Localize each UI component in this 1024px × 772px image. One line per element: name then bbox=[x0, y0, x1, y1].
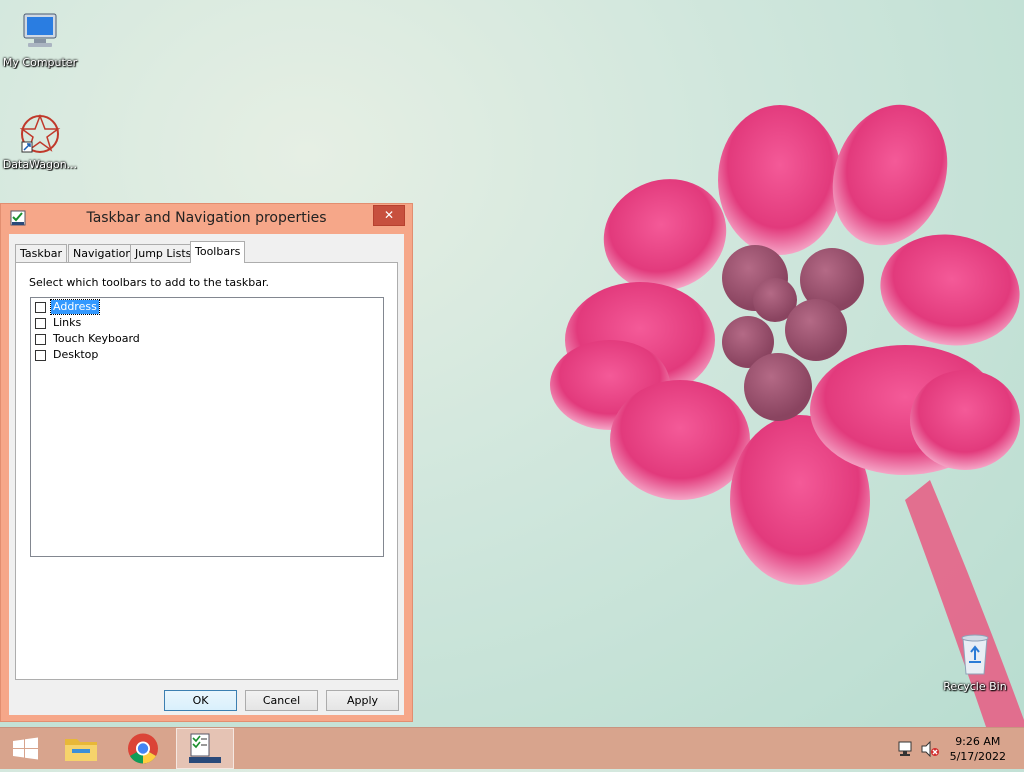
list-item-touch-keyboard[interactable]: Touch Keyboard bbox=[35, 331, 142, 347]
close-icon: ✕ bbox=[383, 208, 395, 222]
list-item-desktop[interactable]: Desktop bbox=[35, 347, 100, 363]
taskbar-properties-taskbar-button[interactable] bbox=[176, 728, 234, 769]
desktop-icon-label: My Computer bbox=[2, 56, 78, 69]
desktop-icon-label: DataWagon... bbox=[2, 158, 78, 171]
tab-jump-lists[interactable]: Jump Lists bbox=[130, 244, 197, 262]
list-item-address[interactable]: Address bbox=[35, 299, 100, 315]
list-item-label: Address bbox=[50, 299, 100, 315]
taskbar-properties-dialog: Taskbar and Navigation properties ✕ Task… bbox=[0, 203, 413, 722]
tray-clock[interactable]: 9:26 AM 5/17/2022 bbox=[950, 734, 1006, 764]
links-checkbox[interactable] bbox=[35, 317, 46, 329]
desktop-icon-datawagon[interactable]: DataWagon... bbox=[0, 112, 80, 171]
windows-logo-icon bbox=[13, 737, 38, 760]
dialog-title: Taskbar and Navigation properties bbox=[86, 210, 327, 226]
clock-time: 9:26 AM bbox=[955, 735, 1001, 748]
list-item-label: Desktop bbox=[53, 348, 99, 361]
network-icon[interactable] bbox=[897, 740, 915, 758]
desktop-icon-label: Recycle Bin bbox=[943, 680, 1007, 693]
list-item-links[interactable]: Links bbox=[35, 315, 83, 331]
list-item-label: Links bbox=[53, 316, 82, 329]
toolbars-tab-panel: Select which toolbars to add to the task… bbox=[15, 262, 398, 680]
desktop-icon-recycle-bin[interactable]: Recycle Bin bbox=[935, 630, 1015, 693]
tab-toolbars[interactable]: Toolbars bbox=[190, 241, 246, 263]
recycle-bin-icon bbox=[961, 634, 989, 675]
toolbars-list[interactable]: Address Links Touch Keyboard Desktop bbox=[30, 297, 384, 557]
toolbars-instruction: Select which toolbars to add to the task… bbox=[29, 276, 269, 289]
dialog-titlebar[interactable]: Taskbar and Navigation properties ✕ bbox=[1, 204, 412, 233]
start-button[interactable] bbox=[0, 728, 52, 769]
list-item-label: Touch Keyboard bbox=[53, 332, 140, 345]
address-checkbox[interactable] bbox=[35, 301, 46, 313]
apply-button[interactable]: Apply bbox=[326, 690, 399, 711]
chrome-icon bbox=[128, 733, 158, 764]
desktop-checkbox[interactable] bbox=[35, 349, 46, 361]
chrome-button[interactable] bbox=[117, 728, 169, 769]
desktop-icon-my-computer[interactable]: My Computer bbox=[0, 10, 80, 69]
dialog-client-area: Taskbar Navigation Jump Lists Toolbars S… bbox=[9, 234, 404, 715]
file-explorer-button[interactable] bbox=[55, 728, 107, 769]
datawagon-icon bbox=[19, 113, 61, 153]
folder-icon bbox=[65, 739, 97, 761]
taskbar: 9:26 AM 5/17/2022 bbox=[0, 727, 1024, 769]
tab-navigation[interactable]: Navigation bbox=[68, 244, 138, 262]
volume-muted-icon[interactable] bbox=[920, 740, 940, 758]
ok-button[interactable]: OK bbox=[164, 690, 237, 711]
taskbar-properties-icon bbox=[189, 733, 221, 763]
clock-date: 5/17/2022 bbox=[949, 750, 1006, 763]
computer-icon bbox=[23, 13, 57, 47]
touch-keyboard-checkbox[interactable] bbox=[35, 333, 46, 345]
close-button[interactable]: ✕ bbox=[373, 205, 405, 226]
tab-taskbar[interactable]: Taskbar bbox=[15, 244, 67, 262]
cancel-button[interactable]: Cancel bbox=[245, 690, 318, 711]
